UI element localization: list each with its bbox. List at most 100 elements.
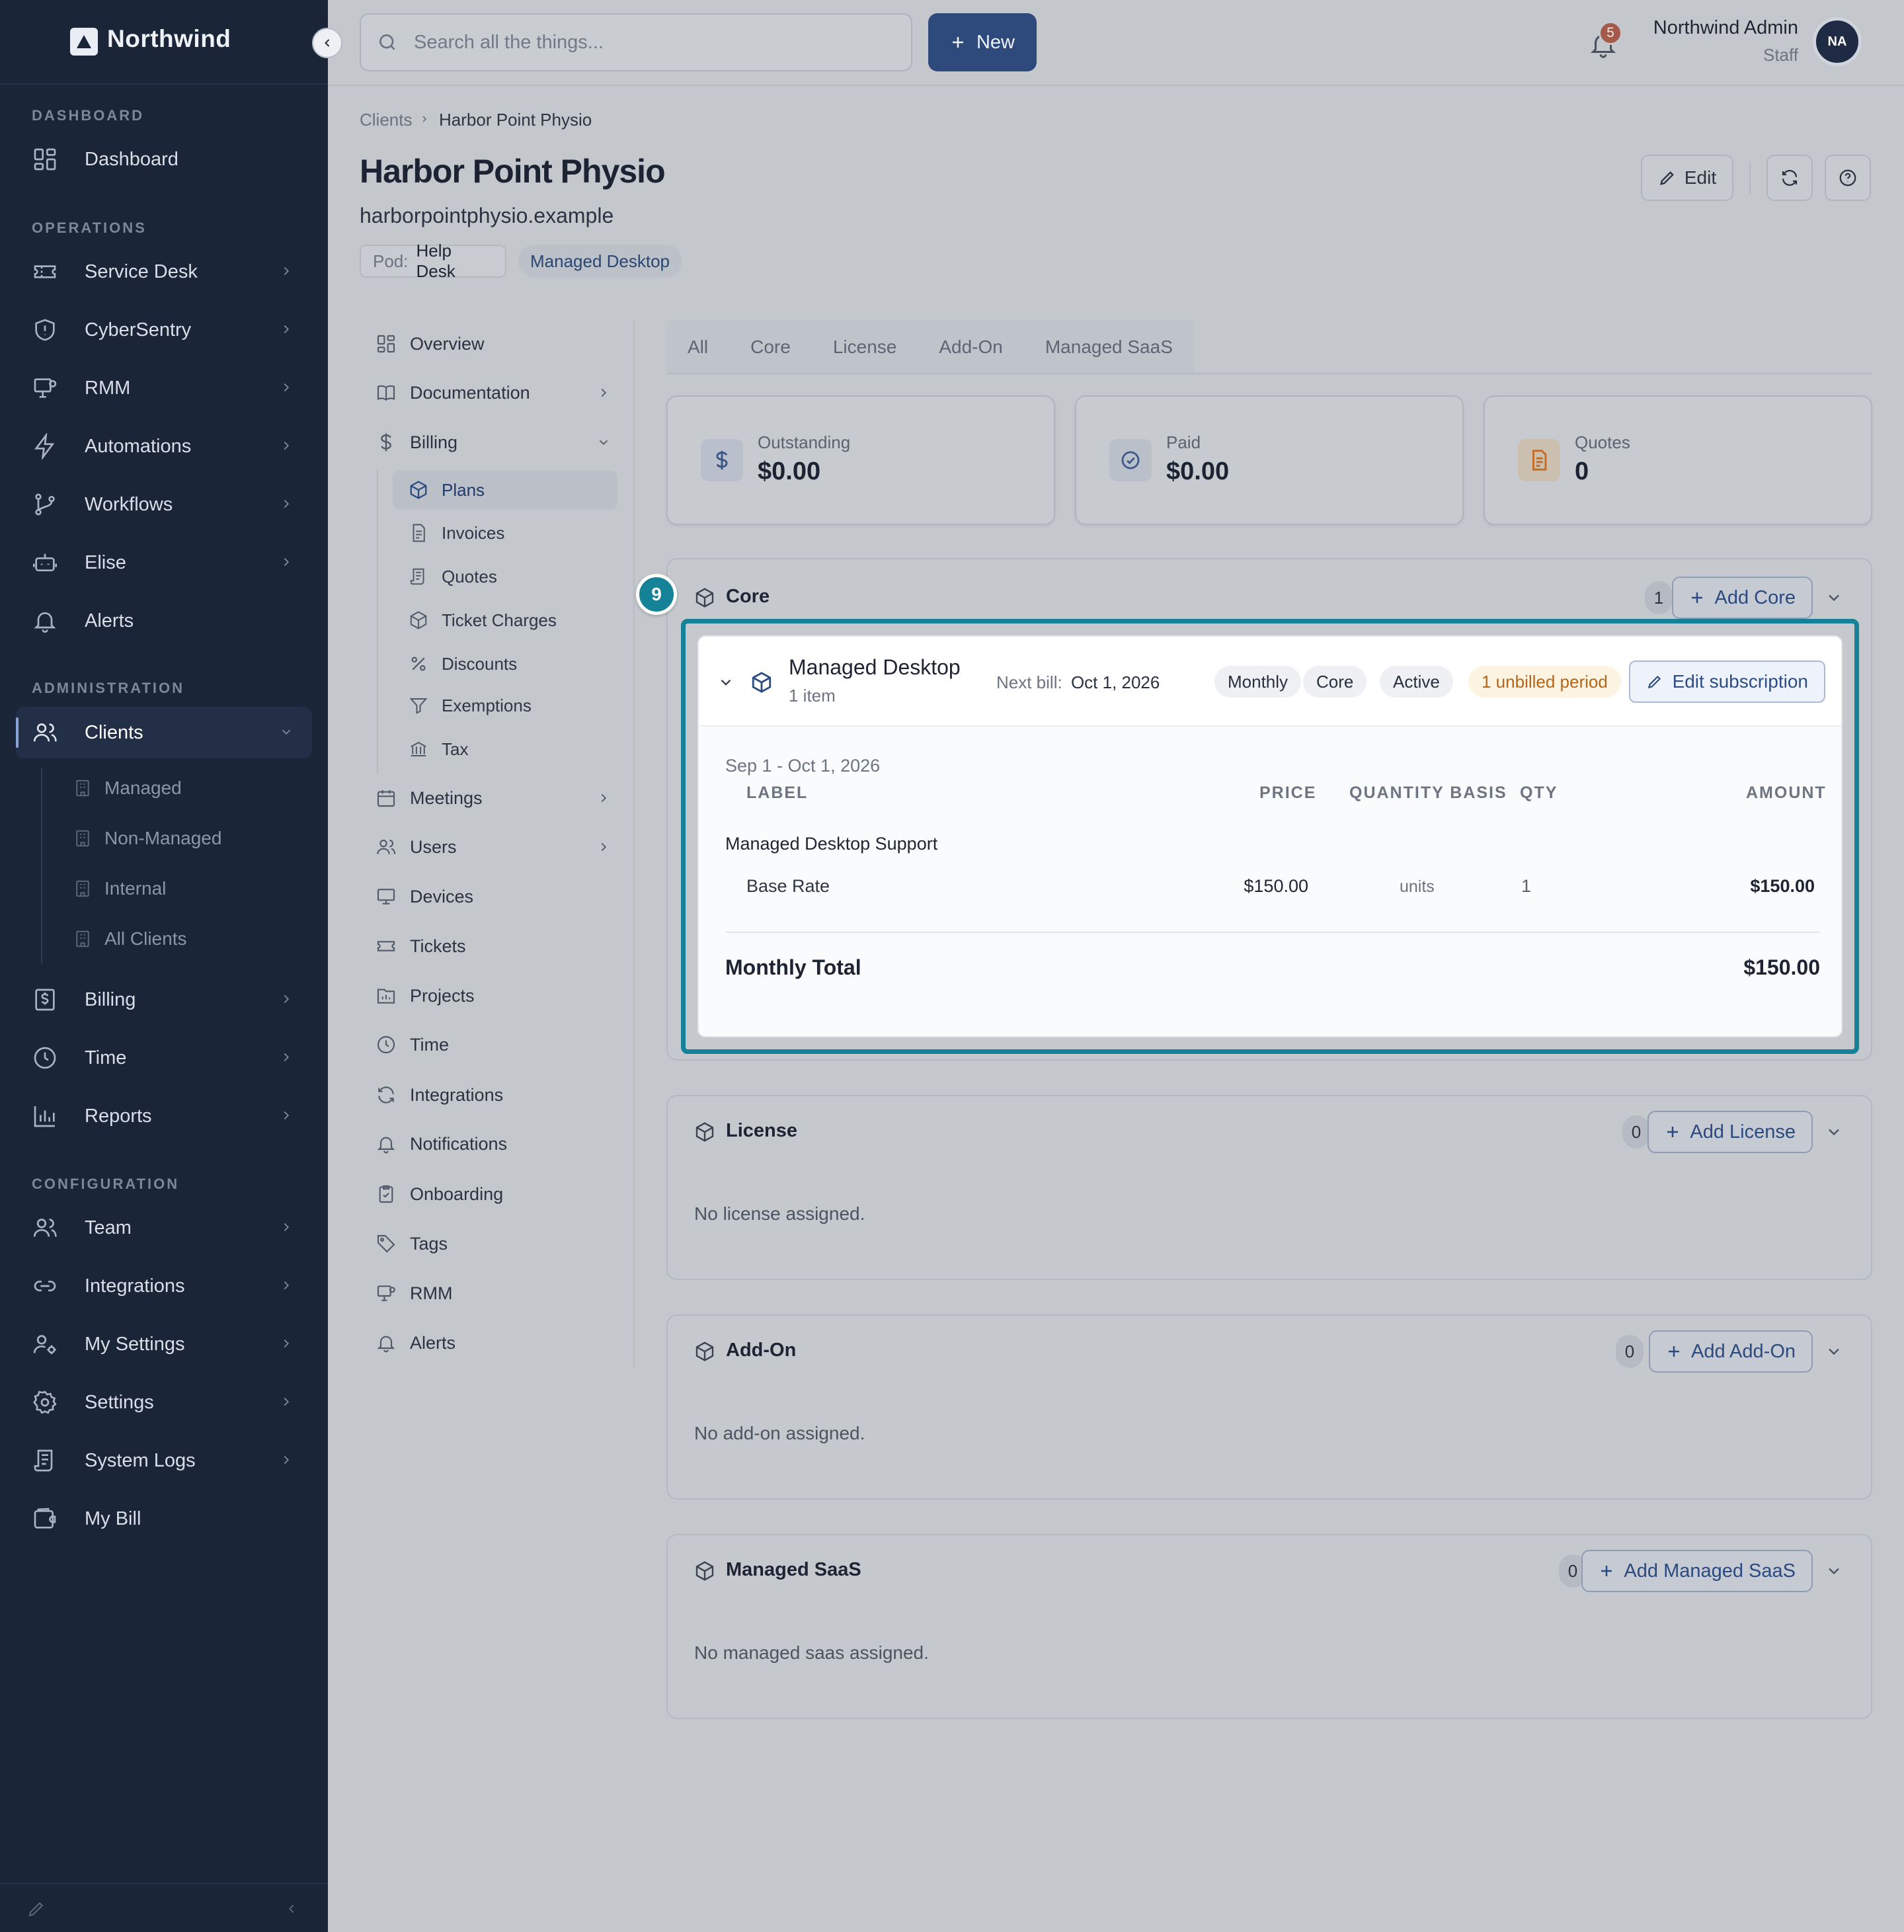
sidebar-item-reports[interactable]: Reports bbox=[16, 1090, 312, 1142]
chevron-down-icon[interactable] bbox=[1825, 588, 1843, 607]
sidebar-item-system-logs[interactable]: System Logs bbox=[16, 1435, 312, 1486]
sidebar-item-team[interactable]: Team bbox=[16, 1202, 312, 1254]
add-core-button[interactable]: Add Core bbox=[1672, 577, 1813, 619]
sidebar-item-elise[interactable]: Elise bbox=[16, 537, 312, 588]
sidebar-item-label: Clients bbox=[85, 721, 143, 743]
subnav-billing-tax[interactable]: Tax bbox=[393, 730, 617, 768]
subnav-tags[interactable]: Tags bbox=[376, 1225, 448, 1262]
subnav-devices[interactable]: Devices bbox=[376, 878, 473, 915]
sidebar-subitem-all-clients[interactable]: All Clients bbox=[73, 919, 186, 959]
breadcrumb-clients-link[interactable]: Clients bbox=[360, 110, 412, 130]
sidebar-item-clients[interactable]: Clients bbox=[16, 707, 312, 758]
sidebar-item-integrations[interactable]: Integrations bbox=[16, 1260, 312, 1312]
sidebar: Northwind DASHBOARD Dashboard OPERATIONS… bbox=[0, 0, 328, 1932]
pencil-icon[interactable] bbox=[26, 1899, 46, 1919]
sidebar-item-my-settings[interactable]: My Settings bbox=[16, 1318, 312, 1370]
stat-value: $0.00 bbox=[1166, 458, 1230, 485]
edit-client-button[interactable]: Edit bbox=[1641, 155, 1733, 201]
sidebar-subitem-managed[interactable]: Managed bbox=[73, 768, 182, 808]
sidebar-item-cybersentry[interactable]: CyberSentry bbox=[16, 304, 312, 356]
chevron-right-icon bbox=[284, 557, 290, 567]
subnav-billing-plans[interactable]: Plans bbox=[393, 471, 617, 509]
subnav-billing-quotes[interactable]: Quotes bbox=[393, 557, 617, 596]
sidebar-item-time[interactable]: Time bbox=[16, 1032, 312, 1084]
link-icon bbox=[34, 1281, 56, 1291]
sidebar-footer bbox=[0, 1883, 328, 1932]
sidebar-item-automations[interactable]: Automations bbox=[16, 421, 312, 472]
sidebar-item-my-bill[interactable]: My Bill bbox=[16, 1493, 312, 1545]
tab-core[interactable]: Core bbox=[750, 337, 791, 358]
help-button[interactable] bbox=[1825, 155, 1871, 201]
chevron-down-icon[interactable] bbox=[717, 674, 734, 691]
subnav-billing[interactable]: Billing bbox=[376, 424, 614, 461]
column-header-label: LABEL bbox=[746, 784, 809, 802]
sidebar-item-settings[interactable]: Settings bbox=[16, 1377, 312, 1428]
new-button[interactable]: New bbox=[928, 13, 1037, 71]
subnav-rmm[interactable]: RMM bbox=[376, 1275, 452, 1312]
search-input[interactable]: Search all the things... bbox=[360, 13, 912, 71]
chevron-left-icon[interactable] bbox=[284, 1902, 299, 1916]
chevron-right-icon bbox=[284, 1455, 290, 1465]
stat-icon-box bbox=[1109, 439, 1152, 481]
plan-chip: Managed Desktop bbox=[518, 245, 682, 278]
subnav-meetings[interactable]: Meetings bbox=[376, 780, 614, 817]
chevron-down-icon[interactable] bbox=[1825, 1342, 1843, 1361]
pencil-icon bbox=[1647, 675, 1661, 689]
add-managed-saas-button[interactable]: Add Managed SaaS bbox=[1581, 1550, 1813, 1592]
subnav-tickets[interactable]: Tickets bbox=[376, 928, 466, 965]
add-license-button[interactable]: Add License bbox=[1647, 1111, 1813, 1153]
subnav-billing-ticket-charges[interactable]: Ticket Charges bbox=[393, 601, 617, 639]
next-bill: Next bill: Oct 1, 2026 bbox=[996, 672, 1160, 693]
edit-subscription-button[interactable]: Edit subscription bbox=[1628, 661, 1825, 703]
chevron-right-icon bbox=[284, 441, 290, 450]
sidebar-item-service-desk[interactable]: Service Desk bbox=[16, 246, 312, 298]
subnav-notifications[interactable]: Notifications bbox=[376, 1125, 507, 1162]
sidebar-item-alerts[interactable]: Alerts bbox=[16, 595, 312, 647]
chevron-down-icon[interactable] bbox=[1825, 1562, 1843, 1580]
add-add-on-button[interactable]: Add Add-On bbox=[1649, 1330, 1813, 1373]
subnav-projects[interactable]: Projects bbox=[376, 977, 475, 1014]
subnav-integrations[interactable]: Integrations bbox=[376, 1076, 503, 1113]
edit-client-label: Edit bbox=[1684, 167, 1717, 188]
subnav-documentation[interactable]: Documentation bbox=[376, 374, 614, 411]
chevron-down-icon[interactable] bbox=[1825, 1123, 1843, 1141]
tab-managed-saas[interactable]: Managed SaaS bbox=[1045, 337, 1173, 358]
sidebar-item-label: RMM bbox=[85, 377, 131, 399]
tab-all[interactable]: All bbox=[688, 337, 708, 358]
search-icon bbox=[379, 34, 395, 50]
section-count-badge: 0 bbox=[1616, 1335, 1644, 1368]
sidebar-subitem-non-managed[interactable]: Non-Managed bbox=[73, 819, 221, 858]
sidebar-item-billing[interactable]: Billing bbox=[16, 974, 312, 1026]
tab-add-on[interactable]: Add-On bbox=[939, 337, 1003, 358]
bell-icon bbox=[377, 1336, 395, 1353]
section-title: Managed SaaS bbox=[726, 1559, 861, 1580]
section-label-configuration: CONFIGURATION bbox=[32, 1176, 180, 1192]
subnav-overview[interactable]: Overview bbox=[376, 325, 485, 362]
monitor-gear-icon bbox=[34, 378, 57, 398]
subnav-billing-discounts[interactable]: Discounts bbox=[393, 645, 617, 683]
subnav-users[interactable]: Users bbox=[376, 828, 614, 865]
subnav-alerts[interactable]: Alerts bbox=[376, 1324, 456, 1361]
add-core-label: Add Core bbox=[1714, 586, 1796, 608]
sidebar-item-workflows[interactable]: Workflows bbox=[16, 479, 312, 530]
tab-license[interactable]: License bbox=[833, 337, 897, 358]
subnav-onboarding[interactable]: Onboarding bbox=[376, 1176, 503, 1213]
refresh-button[interactable] bbox=[1766, 155, 1813, 201]
subnav-time[interactable]: Time bbox=[376, 1026, 449, 1063]
document-icon bbox=[1532, 450, 1547, 471]
avatar[interactable]: NA bbox=[1813, 17, 1862, 66]
chevron-right-icon bbox=[284, 994, 290, 1004]
subnav-label: Tax bbox=[442, 739, 469, 759]
subnav-billing-invoices[interactable]: Invoices bbox=[393, 514, 617, 552]
sidebar-subitem-internal[interactable]: Internal bbox=[73, 869, 166, 908]
sidebar-item-dashboard[interactable]: Dashboard bbox=[16, 134, 312, 185]
filter-icon bbox=[409, 698, 428, 714]
page-title: Harbor Point Physio bbox=[360, 153, 666, 190]
sidebar-collapse-button[interactable] bbox=[312, 28, 342, 58]
line-item-label: Base Rate bbox=[746, 876, 830, 896]
chevron-right-icon bbox=[284, 266, 290, 276]
subnav-billing-exemptions[interactable]: Exemptions bbox=[393, 686, 617, 725]
sidebar-item-label: Automations bbox=[85, 435, 192, 457]
sidebar-item-rmm[interactable]: RMM bbox=[16, 362, 312, 414]
section-license: License 0 Add License No license assigne… bbox=[666, 1095, 1872, 1280]
